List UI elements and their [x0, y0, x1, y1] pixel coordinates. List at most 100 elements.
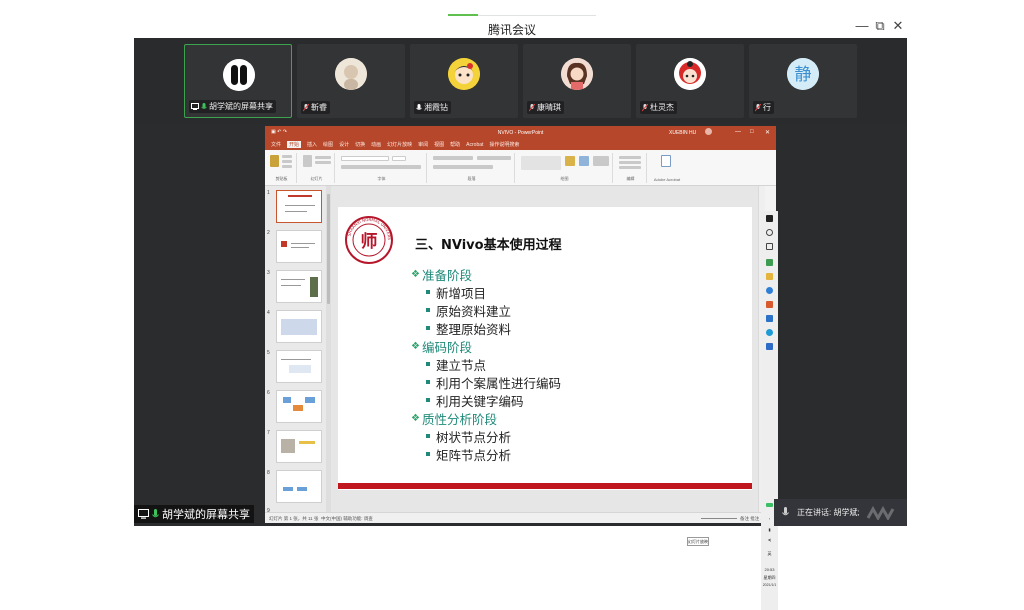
font-select[interactable]: [341, 156, 389, 161]
scroll-thumb[interactable]: [327, 194, 330, 304]
language-status: 中文(中国) 辅助功能: 调查: [321, 516, 373, 521]
participant-tile[interactable]: 胡学斌的屏幕共享: [184, 44, 292, 118]
font-size-select[interactable]: [392, 156, 406, 161]
paste-icon[interactable]: [270, 155, 279, 167]
ribbon-tab[interactable]: 切换: [355, 141, 365, 148]
align-buttons[interactable]: [433, 165, 493, 169]
shapes-gallery[interactable]: [521, 156, 561, 170]
slide-thumbnail[interactable]: [276, 390, 322, 423]
participant-label: 康晴琪: [527, 101, 564, 114]
square-bullet-icon: [426, 434, 430, 438]
user-avatar-icon: [705, 128, 712, 135]
participant-tile[interactable]: 靳睿: [297, 44, 405, 118]
participant-tile[interactable]: 杜灵杰: [636, 44, 744, 118]
reset-icon[interactable]: [315, 161, 331, 164]
folder-icon[interactable]: [766, 273, 773, 280]
windows-start-icon[interactable]: [766, 215, 773, 222]
quick-styles-icon[interactable]: [579, 156, 589, 166]
copy-icon[interactable]: [282, 160, 292, 163]
slide-thumbnail[interactable]: [276, 270, 322, 303]
thumb-number: 3: [267, 270, 270, 276]
ribbon-tab[interactable]: 绘图: [323, 141, 333, 148]
slide-thumbnail[interactable]: [276, 230, 322, 263]
ppt-maximize-icon[interactable]: □: [750, 129, 754, 135]
list-item-text: 矩阵节点分析: [436, 447, 512, 463]
thumb-line: [291, 247, 309, 248]
ribbon-tab[interactable]: 设计: [339, 141, 349, 148]
arrange-icon[interactable]: [565, 156, 575, 166]
font-format-buttons[interactable]: [341, 165, 421, 169]
volume-icon[interactable]: ◂): [762, 537, 777, 542]
title-divider: [478, 15, 596, 16]
slide-thumbnail[interactable]: [276, 350, 322, 383]
mic-on-icon: [416, 103, 422, 110]
current-slide[interactable]: SHAANXI NORMAL UNIVERSITY 师 三、NVivo基本使用过…: [338, 207, 752, 490]
text-direction-buttons[interactable]: [477, 156, 511, 160]
restore-button[interactable]: ⧉: [872, 18, 888, 34]
participant-tile[interactable]: 湘霞钻: [410, 44, 518, 118]
zoom-slider[interactable]: [701, 518, 737, 519]
speaking-indicator: 正在讲话: 胡学斌;: [774, 499, 907, 526]
thumb-line: [285, 211, 307, 212]
slide-thumbnail[interactable]: [276, 190, 322, 223]
replace-icon[interactable]: [619, 161, 641, 164]
ribbon-tab[interactable]: 插入: [307, 141, 317, 148]
slide-thumbnail[interactable]: [276, 470, 322, 503]
ribbon-group-label: 字体: [377, 176, 386, 181]
minimize-button[interactable]: —: [854, 18, 870, 34]
thumb-shape: [283, 487, 293, 491]
qq-icon[interactable]: [766, 329, 773, 336]
speaking-text: 正在讲话: 胡学斌;: [797, 508, 860, 517]
thumb-line: [281, 285, 301, 286]
ppt-close-icon[interactable]: ✕: [765, 129, 770, 136]
ribbon-tab[interactable]: 幻灯片放映: [387, 141, 412, 148]
search-tell-me[interactable]: 操作说明搜索: [489, 141, 519, 148]
word-icon[interactable]: [766, 315, 773, 322]
ribbon-tab[interactable]: 审阅: [418, 141, 428, 148]
ribbon-tab[interactable]: 帮助: [450, 141, 460, 148]
square-bullet-icon: [426, 398, 430, 402]
select-icon[interactable]: [619, 166, 641, 169]
ribbon-tab[interactable]: 文件: [271, 141, 281, 148]
square-bullet-icon: [426, 362, 430, 366]
slide-thumbnail[interactable]: [276, 430, 322, 463]
network-icon[interactable]: ▮: [762, 527, 777, 532]
format-painter-icon[interactable]: [282, 165, 292, 168]
list-item: 原始资料建立: [411, 301, 741, 319]
edge-icon[interactable]: [766, 287, 773, 294]
participant-tile[interactable]: 静 行: [749, 44, 857, 118]
thumb-title-bar: [281, 241, 287, 247]
ribbon-tab[interactable]: 动画: [371, 141, 381, 148]
language-indicator[interactable]: 英: [762, 551, 777, 557]
slide-thumbnail[interactable]: [276, 310, 322, 343]
shape-fill-icon[interactable]: [593, 156, 609, 166]
square-bullet-icon: [426, 326, 430, 330]
mic-on-icon: [152, 508, 159, 517]
meeting-icon[interactable]: [766, 343, 773, 350]
screen-share-icon: [138, 509, 149, 519]
ppt-minimize-icon[interactable]: —: [735, 129, 741, 135]
ribbon-tab[interactable]: 视图: [434, 141, 444, 148]
task-view-icon[interactable]: [766, 243, 773, 250]
save-icon[interactable]: ▣ ↶ ↷: [271, 129, 287, 135]
thumb-line: [299, 441, 315, 444]
thumb-image: [289, 365, 311, 373]
search-icon[interactable]: [766, 229, 773, 236]
close-button[interactable]: ✕: [890, 18, 906, 34]
ribbon-group-label: 幻灯片: [310, 176, 323, 181]
ribbon-tab[interactable]: Acrobat: [466, 142, 483, 148]
find-icon[interactable]: [619, 156, 641, 159]
mic-muted-icon: [755, 103, 761, 111]
ribbon-tab-home[interactable]: 开始: [287, 141, 302, 148]
thumb-number: 6: [267, 390, 270, 396]
cut-icon[interactable]: [282, 155, 292, 158]
pdf-icon[interactable]: [661, 155, 671, 167]
new-slide-icon[interactable]: [303, 155, 312, 167]
layout-icon[interactable]: [315, 156, 331, 159]
list-buttons[interactable]: [433, 156, 473, 160]
ribbon-group-slides: 幻灯片: [299, 153, 335, 183]
app-icon[interactable]: [766, 259, 773, 266]
participant-tile[interactable]: 康晴琪: [523, 44, 631, 118]
thumb-number: 8: [267, 470, 270, 476]
powerpoint-icon[interactable]: [766, 301, 773, 308]
